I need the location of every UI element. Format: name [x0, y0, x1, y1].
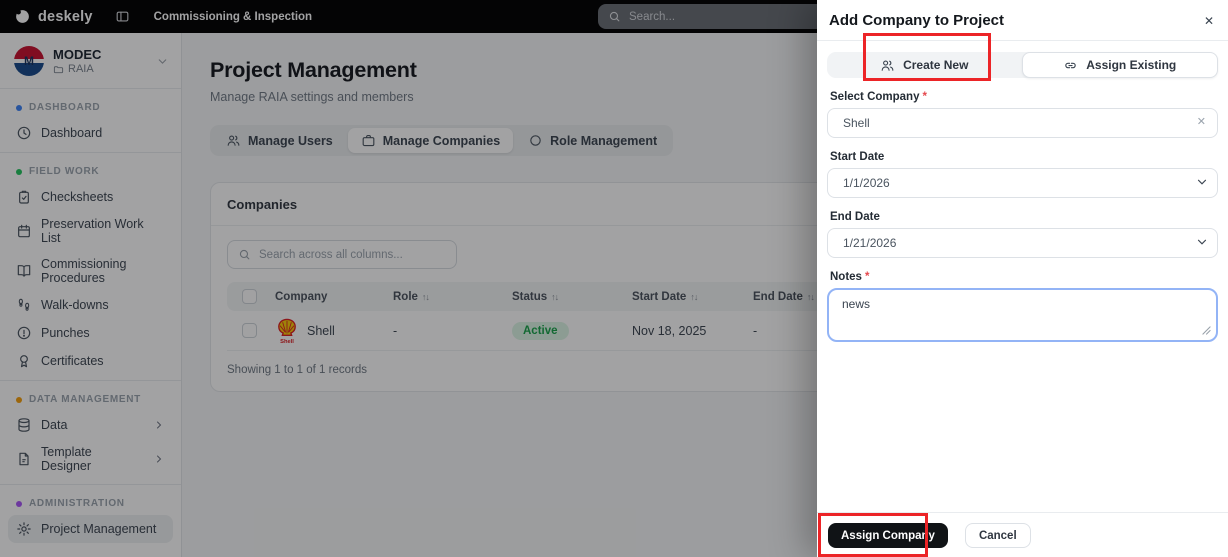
- required-asterisk: *: [864, 271, 870, 283]
- mode-segmented-control: Create New Assign Existing: [827, 52, 1218, 78]
- app-root: deskely Commissioning & Inspection M MOD…: [0, 0, 1228, 557]
- select-company-label: Select Company *: [830, 91, 927, 103]
- segment-label: Create New: [903, 58, 969, 72]
- users-icon: [880, 58, 895, 73]
- chevron-down-icon[interactable]: [1195, 235, 1209, 249]
- cancel-button[interactable]: Cancel: [964, 523, 1031, 548]
- divider: [817, 512, 1228, 513]
- modal-footer: Assign Company Cancel: [828, 523, 1031, 548]
- notes-label: Notes *: [830, 271, 870, 283]
- start-date-label: Start Date: [830, 151, 885, 163]
- add-company-modal: Add Company to Project ✕ Create New Assi…: [817, 0, 1228, 557]
- segment-label: Assign Existing: [1086, 58, 1177, 72]
- select-company-field[interactable]: [827, 108, 1218, 138]
- resize-handle-icon[interactable]: [1202, 326, 1211, 335]
- end-date-field[interactable]: [827, 228, 1218, 258]
- start-date-field[interactable]: [827, 168, 1218, 198]
- modal-form: Select Company* ✕ Start Date End Date: [817, 91, 1228, 342]
- link-icon: [1063, 58, 1078, 73]
- assign-company-button[interactable]: Assign Company: [828, 523, 948, 548]
- clear-icon[interactable]: ✕: [1197, 116, 1206, 129]
- modal-header: Add Company to Project ✕: [817, 0, 1228, 40]
- required-asterisk: *: [922, 91, 927, 103]
- notes-field[interactable]: news: [827, 288, 1218, 342]
- chevron-down-icon[interactable]: [1195, 175, 1209, 189]
- modal-title: Add Company to Project: [829, 12, 1005, 29]
- end-date-label: End Date: [830, 211, 880, 223]
- divider: [817, 40, 1228, 41]
- segment-assign-existing[interactable]: Assign Existing: [1021, 52, 1218, 78]
- segment-create-new[interactable]: Create New: [827, 52, 1022, 78]
- close-icon[interactable]: ✕: [1204, 15, 1214, 27]
